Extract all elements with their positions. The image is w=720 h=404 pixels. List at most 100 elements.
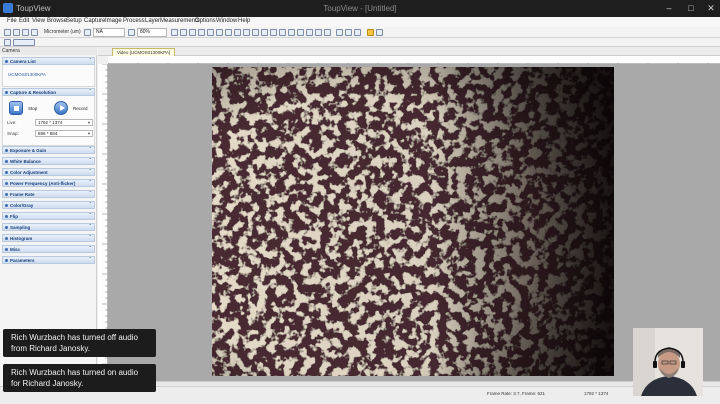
section-icon [5,182,8,185]
expand-icon[interactable]: ˇ [89,235,91,242]
hand-icon[interactable] [180,29,187,36]
live-resolution-select[interactable]: 1792 * 1374 ▼ [35,119,93,126]
menu-browse[interactable]: Browse [47,18,67,24]
tab-video[interactable]: Video [UCMOS01300KPA] [112,48,176,56]
maximize-icon[interactable]: □ [684,2,698,14]
point-icon[interactable] [306,29,313,36]
app-window: ToupView ToupView - [Untitled] – □ ✕ Fil… [0,0,720,404]
section-color-adjustment[interactable]: Color Adjustment ˇ [2,168,95,176]
image-icon[interactable] [345,29,352,36]
arrow-icon[interactable] [243,29,250,36]
expand-icon[interactable]: ˇ [89,147,91,154]
section-camera-list[interactable]: Camera List ˆ [2,57,95,65]
expand-icon[interactable]: ˇ [89,158,91,165]
polygon-icon[interactable] [288,29,295,36]
magnification-select[interactable]: NA [93,28,125,37]
scale-bar-icon[interactable] [315,29,322,36]
menu-layer[interactable]: Layer [145,18,160,24]
settings-icon[interactable] [376,29,383,36]
stop-label: Stop [28,106,38,111]
section-icon [5,248,8,251]
select-icon[interactable] [189,29,196,36]
section-power-frequency[interactable]: Power Frequency (Anti-flicker) ˇ [2,179,95,187]
camera-panel-icon[interactable] [4,39,11,46]
expand-icon[interactable]: ˇ [89,246,91,253]
section-exposure-gain[interactable]: Exposure & Gain ˇ [2,146,95,154]
section-capture-resolution[interactable]: Capture & Resolution ˆ [2,88,95,96]
new-icon[interactable] [4,29,11,36]
close-icon[interactable]: ✕ [704,2,718,14]
menu-edit[interactable]: Edit [19,18,29,24]
menu-window[interactable]: Window [216,18,237,24]
section-icon [5,60,8,63]
section-white-balance[interactable]: White Balance ˇ [2,157,95,165]
camera-icon[interactable] [367,29,374,36]
menu-view[interactable]: View [32,18,45,24]
section-parameters[interactable]: Parameters ˇ [2,256,95,264]
menu-process[interactable]: Process [123,18,145,24]
expand-icon[interactable]: ˇ [89,191,91,198]
audio-off-notification: Rich Wurzbach has turned off audio from … [3,329,156,357]
snap-resolution-select[interactable]: 896 * 684 ▼ [35,130,93,137]
capture-body: Stop Record Live: 1792 * 1374 ▼ Snap: 896… [2,96,95,146]
minimize-icon[interactable]: – [662,2,676,14]
expand-icon[interactable]: ˇ [89,202,91,209]
section-title: Flip [10,214,18,219]
curve-icon[interactable] [297,29,304,36]
section-sampling[interactable]: Sampling ˇ [2,223,95,231]
rectangle-icon[interactable] [261,29,268,36]
text-icon[interactable] [324,29,331,36]
section-title: White Balance [10,159,41,164]
menu-image[interactable]: Image [105,18,122,24]
measurement-panel-icon[interactable] [13,39,35,46]
grid-icon[interactable] [354,29,361,36]
open-icon[interactable] [13,29,20,36]
section-flip[interactable]: Flip ˇ [2,212,95,220]
unit-label: Micrometer (um) [44,29,81,35]
section-title: Capture & Resolution [10,90,57,95]
resolution-status: 1792 * 1374 [584,391,609,396]
live-video-image[interactable] [212,67,614,376]
section-title: Misc [10,247,21,252]
pointer-icon[interactable] [207,29,214,36]
zoom-icon [128,29,135,36]
expand-icon[interactable]: ˇ [89,213,91,220]
record-button[interactable] [54,101,68,115]
section-color-gray[interactable]: Color/Gray ˇ [2,201,95,209]
fit-icon[interactable] [171,29,178,36]
menu-file[interactable]: File [7,18,17,24]
circle-icon[interactable] [279,29,286,36]
camera-list-body: UCMOS01300KPA [2,65,95,87]
snap-label: Snap: [7,131,19,136]
menu-setup[interactable]: Setup [66,18,82,24]
pen-icon[interactable] [216,29,223,36]
menu-options[interactable]: Options [195,18,216,24]
collapse-icon[interactable]: ˆ [89,58,91,65]
section-icon [5,215,8,218]
record-label: Record [73,106,88,111]
line-icon[interactable] [225,29,232,36]
camera-list-item[interactable]: UCMOS01300KPA [8,72,46,77]
menu-measurements[interactable]: Measurements [160,18,200,24]
save-icon[interactable] [22,29,29,36]
crop-icon[interactable] [198,29,205,36]
star-icon[interactable] [336,29,343,36]
expand-icon[interactable]: ˇ [89,257,91,264]
section-frame-rate[interactable]: Frame Rate ˇ [2,190,95,198]
section-histogram[interactable]: Histogram ˇ [2,234,95,242]
print-icon[interactable] [31,29,38,36]
polyline-icon[interactable] [234,29,241,36]
menu-capture[interactable]: Capture [84,18,105,24]
title-bar: ToupView ToupView - [Untitled] – □ ✕ [0,0,720,17]
expand-icon[interactable]: ˇ [89,224,91,231]
collapse-icon[interactable]: ˆ [89,89,91,96]
angle-icon[interactable] [252,29,259,36]
zoom-select[interactable]: 80% [137,28,167,37]
stop-button[interactable] [9,101,23,115]
section-misc[interactable]: Misc ˇ [2,245,95,253]
menu-help[interactable]: Help [238,18,250,24]
snap-resolution-value: 896 * 684 [38,131,58,136]
expand-icon[interactable]: ˇ [89,180,91,187]
expand-icon[interactable]: ˇ [89,169,91,176]
ellipse-icon[interactable] [270,29,277,36]
